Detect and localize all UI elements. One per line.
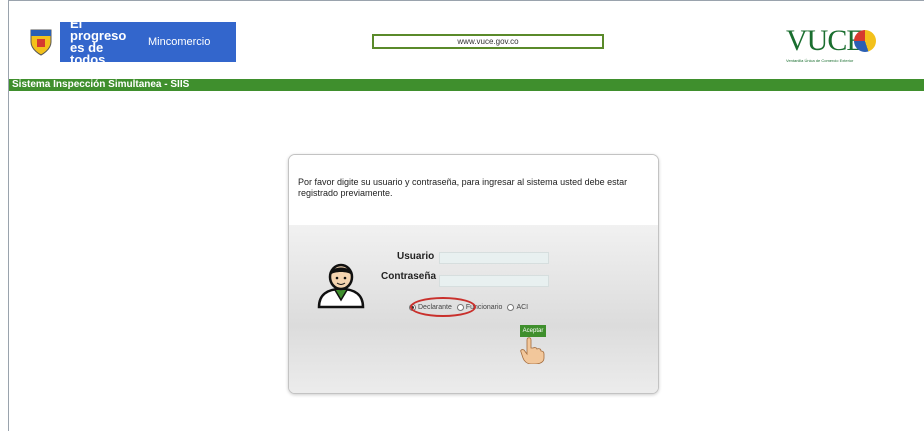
highlight-ellipse <box>410 297 476 317</box>
vuce-subtitle: Ventanilla Única de Comercio Exterior <box>786 58 854 63</box>
url-box[interactable]: www.vuce.gov.co <box>372 34 604 49</box>
pointing-hand-icon <box>520 337 545 364</box>
url-text[interactable]: www.vuce.gov.co <box>457 37 518 46</box>
gov-slogan: El progreso es de todos <box>70 16 127 67</box>
radio-aci[interactable] <box>507 303 515 311</box>
user-label: Usuario <box>397 251 435 262</box>
login-card-header: Por favor digite su usuario y contraseña… <box>289 155 658 228</box>
user-input[interactable] <box>439 252 549 264</box>
login-message: Por favor digite su usuario y contraseña… <box>298 177 628 198</box>
vuce-logo-text: VUCE <box>786 24 865 57</box>
password-input[interactable] <box>439 275 549 287</box>
option-aci[interactable]: ACI <box>507 303 528 311</box>
coat-of-arms-icon <box>22 22 60 62</box>
option-aci-label[interactable]: ACI <box>516 304 528 311</box>
user-avatar-icon <box>317 263 365 309</box>
password-label: Contraseña <box>381 271 437 282</box>
vuce-ball-icon <box>854 30 876 52</box>
ministry-name: Mincomercio <box>148 36 211 48</box>
login-card: Por favor digite su usuario y contraseña… <box>288 154 659 394</box>
system-title: Sistema Inspección Simultanea - SIIS <box>12 79 190 90</box>
gov-logo: El progreso es de todos Mincomercio <box>22 17 236 66</box>
vuce-logo: VUCE Ventanilla Única de Comercio Exteri… <box>786 24 886 68</box>
title-bar: Sistema Inspección Simultanea - SIIS <box>9 79 924 91</box>
